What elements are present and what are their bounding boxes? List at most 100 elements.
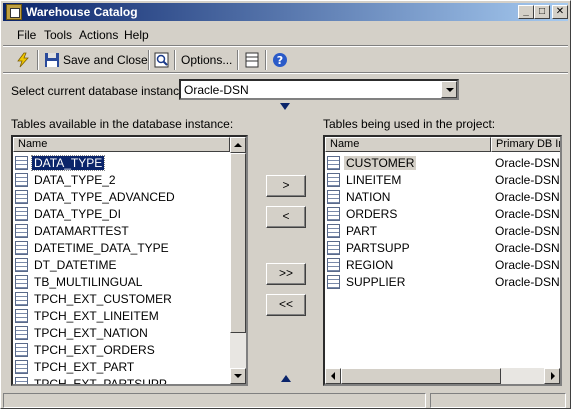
- available-table-row[interactable]: DATETIME_DATA_TYPE: [15, 239, 171, 256]
- available-table-row[interactable]: TPCH_EXT_PART: [15, 358, 136, 375]
- available-table-row[interactable]: TPCH_EXT_PARTSUPP: [15, 375, 169, 386]
- instance-select[interactable]: Oracle-DSN: [179, 79, 459, 100]
- table-icon: [327, 155, 340, 170]
- available-table-row[interactable]: TPCH_EXT_LINEITEM: [15, 307, 161, 324]
- toolbar: Save and Close Options... ?: [3, 48, 568, 72]
- primary-db-instance: Oracle-DSN <: [495, 274, 560, 289]
- scroll-thumb[interactable]: [230, 153, 246, 333]
- table-icon: [15, 155, 28, 170]
- table-name: DT_DATETIME: [34, 257, 117, 272]
- table-name: DATA_TYPE_2: [34, 172, 116, 187]
- table-icon: [15, 206, 28, 221]
- used-table-row[interactable]: CUSTOMER Oracle-DSN <: [327, 154, 560, 171]
- used-table-row[interactable]: LINEITEM Oracle-DSN <: [327, 171, 560, 188]
- triangle-up-icon: [281, 375, 291, 382]
- minimize-button[interactable]: _: [518, 5, 534, 19]
- primary-db-instance: Oracle-DSN <: [495, 257, 560, 272]
- menu-help[interactable]: Help: [124, 28, 149, 42]
- dropdown-arrow-icon[interactable]: [441, 81, 457, 98]
- primary-db-instance: Oracle-DSN <: [495, 206, 560, 221]
- table-name: TPCH_EXT_ORDERS: [34, 342, 155, 357]
- instance-value: Oracle-DSN: [184, 83, 249, 97]
- table-icon: [245, 52, 259, 68]
- table-name: SUPPLIER: [346, 274, 406, 289]
- used-hscrollbar[interactable]: [325, 368, 560, 384]
- used-db-header[interactable]: Primary DB In: [491, 137, 560, 152]
- preview-tool[interactable]: [154, 50, 173, 70]
- table-name: TPCH_EXT_PARTSUPP: [34, 376, 167, 386]
- table-name: DATA_TYPE: [30, 154, 106, 171]
- options-button[interactable]: Options...: [181, 50, 232, 70]
- used-table-row[interactable]: PARTSUPP Oracle-DSN <: [327, 239, 560, 256]
- add-all-tables-button[interactable]: >>: [266, 263, 306, 285]
- primary-db-instance: Oracle-DSN <: [495, 240, 560, 255]
- table-name: NATION: [346, 189, 391, 204]
- table-icon: [327, 223, 340, 238]
- menu-actions[interactable]: Actions: [79, 28, 118, 42]
- available-table-row[interactable]: TPCH_EXT_CUSTOMER: [15, 290, 174, 307]
- wizard-tool[interactable]: [15, 50, 34, 70]
- used-name-header[interactable]: Name: [325, 137, 491, 152]
- hscroll-thumb[interactable]: [341, 368, 501, 384]
- toolbar-separator: [265, 50, 267, 70]
- available-table-row[interactable]: DATAMARTTEST: [15, 222, 131, 239]
- used-table-row[interactable]: REGION Oracle-DSN <: [327, 256, 560, 273]
- table-icon: [15, 240, 28, 255]
- table-icon: [327, 172, 340, 187]
- remove-table-button[interactable]: <: [266, 206, 306, 228]
- warehouse-catalog-window: Warehouse Catalog _ □ ✕ File Tools Actio…: [0, 0, 571, 409]
- available-vscrollbar[interactable]: [230, 137, 246, 384]
- save-and-close-label: Save and Close: [63, 53, 148, 67]
- table-icon: [15, 223, 28, 238]
- used-table-row[interactable]: NATION Oracle-DSN <: [327, 188, 560, 205]
- used-tables-list[interactable]: Name Primary DB In CUSTOMEROracle-DSN <L…: [323, 135, 562, 386]
- available-tables-label: Tables available in the database instanc…: [11, 117, 234, 131]
- used-table-row[interactable]: ORDERS Oracle-DSN <: [327, 205, 560, 222]
- menu-bar: File Tools Actions Help: [3, 25, 568, 45]
- maximize-button[interactable]: □: [534, 5, 550, 19]
- table-name: ORDERS: [346, 206, 398, 221]
- table-icon: [327, 257, 340, 272]
- toolbar-separator: [37, 50, 39, 70]
- help-tool[interactable]: ?: [272, 50, 291, 70]
- scroll-up-button[interactable]: [230, 137, 246, 153]
- available-table-row[interactable]: TB_MULTILINGUAL: [15, 273, 144, 290]
- available-table-row[interactable]: TPCH_EXT_NATION: [15, 324, 150, 341]
- remove-all-tables-button[interactable]: <<: [266, 294, 306, 316]
- table-name: DATA_TYPE_ADVANCED: [34, 189, 175, 204]
- svg-text:?: ?: [277, 54, 283, 67]
- toolbar-separator: [237, 50, 239, 70]
- available-table-row[interactable]: TPCH_EXT_ORDERS: [15, 341, 157, 358]
- scroll-left-button[interactable]: [325, 368, 341, 384]
- used-table-row[interactable]: SUPPLIER Oracle-DSN <: [327, 273, 560, 290]
- available-tables-list[interactable]: Name DATA_TYPE DATA_TYPE_2 DATA_TYPE_ADVAN…: [11, 135, 248, 386]
- table-view-tool[interactable]: [244, 50, 263, 70]
- scroll-right-button[interactable]: [544, 368, 560, 384]
- table-name: CUSTOMER: [344, 155, 417, 170]
- available-table-row[interactable]: DATA_TYPE_2: [15, 171, 118, 188]
- status-panel-secondary: [430, 393, 566, 408]
- table-icon: [15, 308, 28, 323]
- help-icon: ?: [273, 53, 287, 67]
- menu-tools[interactable]: Tools: [44, 28, 72, 42]
- add-table-button[interactable]: >: [266, 175, 306, 197]
- toolbar-bottom-separator: [3, 72, 568, 74]
- used-table-row[interactable]: PART Oracle-DSN <: [327, 222, 560, 239]
- primary-db-instance: Oracle-DSN <: [495, 189, 560, 204]
- available-table-row[interactable]: DATA_TYPE_DI: [15, 205, 123, 222]
- table-icon: [15, 189, 28, 204]
- table-name: TB_MULTILINGUAL: [34, 274, 143, 289]
- save-and-close-button[interactable]: Save and Close: [44, 50, 148, 70]
- scroll-down-button[interactable]: [230, 368, 246, 384]
- available-table-row[interactable]: DATA_TYPE_ADVANCED: [15, 188, 177, 205]
- table-icon: [15, 325, 28, 340]
- menu-file[interactable]: File: [17, 28, 36, 42]
- table-name: DATETIME_DATA_TYPE: [34, 240, 169, 255]
- table-icon: [15, 257, 28, 272]
- close-button[interactable]: ✕: [552, 5, 568, 19]
- options-label: Options...: [181, 53, 233, 67]
- primary-db-instance: Oracle-DSN <: [495, 155, 560, 170]
- available-name-header[interactable]: Name: [13, 137, 230, 152]
- available-table-row[interactable]: DATA_TYPE: [15, 154, 106, 171]
- available-table-row[interactable]: DT_DATETIME: [15, 256, 118, 273]
